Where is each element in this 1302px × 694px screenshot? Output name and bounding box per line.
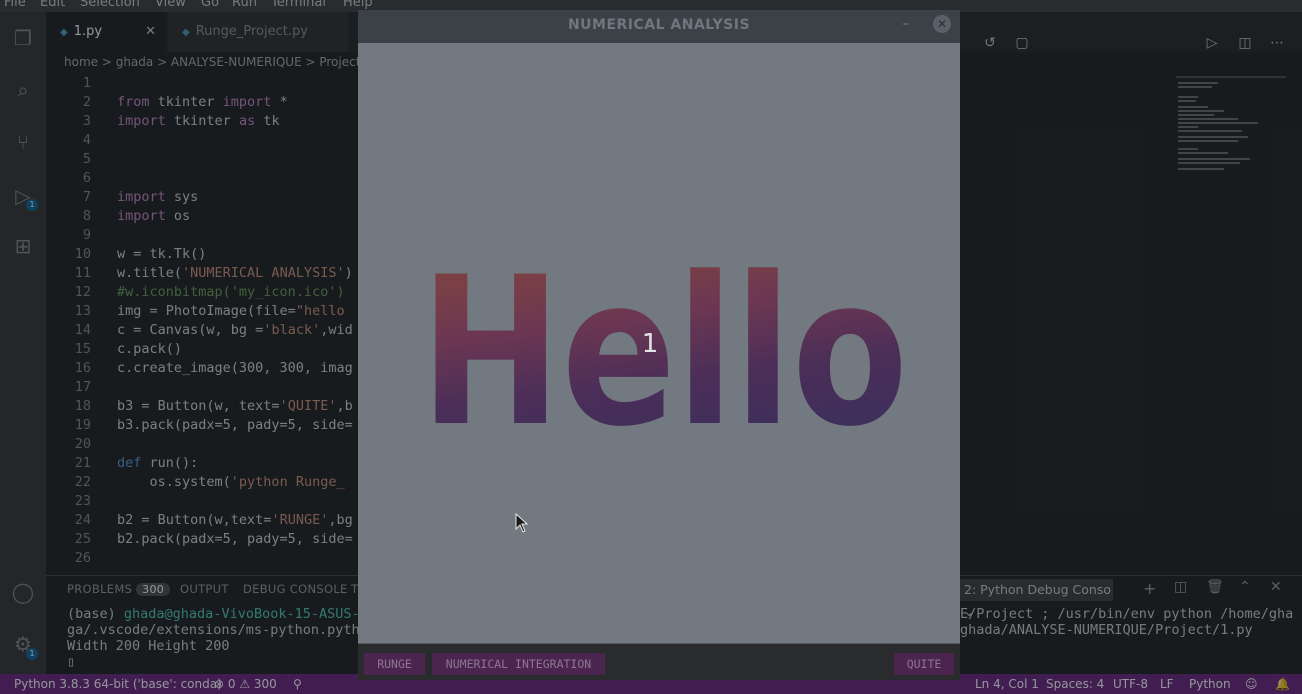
tk-button-bar: RUNGE NUMERICAL INTEGRATION QUITE [358, 643, 960, 680]
counter-label: 1 [641, 329, 659, 359]
tk-app-window[interactable]: NUMERICAL ANALYSIS – ✕ Hello 1 RUNGE NUM… [358, 10, 960, 680]
quit-button[interactable]: QUITE [894, 653, 954, 675]
mouse-cursor-icon [515, 513, 529, 533]
close-icon[interactable]: ✕ [933, 15, 951, 33]
runge-button[interactable]: RUNGE [364, 653, 425, 675]
window-title: NUMERICAL ANALYSIS [567, 17, 751, 33]
minimize-icon[interactable]: – [898, 16, 914, 32]
tk-title-bar[interactable]: NUMERICAL ANALYSIS – ✕ [358, 10, 960, 43]
numerical-integration-button[interactable]: NUMERICAL INTEGRATION [432, 653, 605, 675]
hello-text: Hello [420, 234, 908, 472]
tk-canvas[interactable]: Hello 1 [358, 43, 960, 643]
